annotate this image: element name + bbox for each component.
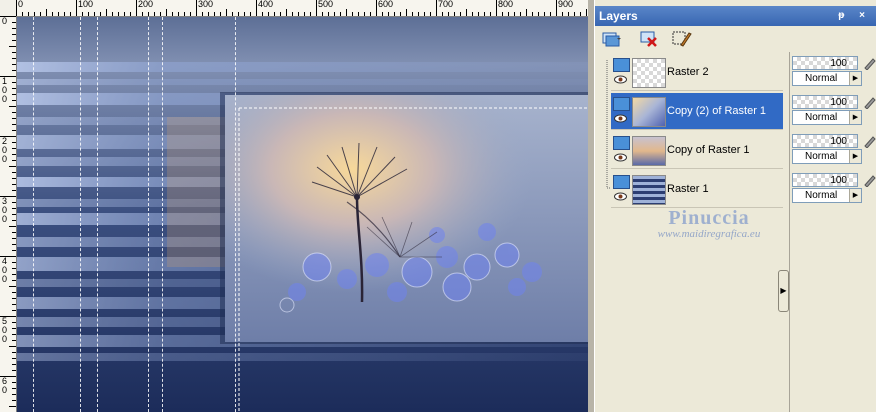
ruler-label: 300 [198, 0, 214, 9]
lock-transparency-icon[interactable] [862, 134, 876, 148]
layer-props-copy-2-of-raster-1: 100 Normal ▶ [790, 91, 876, 130]
ruler-digit: 0 [2, 214, 8, 224]
canvas-artwork [17, 17, 588, 412]
watermark-url: www.maidiregrafica.eu [657, 228, 761, 240]
ruler-digit: 0 [2, 274, 8, 284]
layer-name: Copy of Raster 1 [667, 144, 750, 156]
dropdown-arrow-icon[interactable]: ▶ [849, 111, 861, 124]
ruler-digit: 0 [2, 154, 8, 164]
horizontal-ruler: 0 100 200 300 400 500 600 700 800 900 [16, 0, 588, 17]
raster-layer-icon [613, 175, 630, 189]
palette-window-controls[interactable]: ᵽ × [838, 6, 871, 26]
layer-properties-column: 100 Normal ▶ 100 Normal ▶ 100 Normal ▶ 100 … [789, 52, 876, 412]
ruler-digit: 0 [2, 385, 8, 395]
palette-toolbar [595, 26, 876, 52]
blend-mode-select[interactable]: Normal ▶ [792, 71, 862, 86]
guide-line[interactable] [80, 17, 81, 412]
raster-layer-icon [613, 97, 630, 111]
opacity-slider[interactable]: 100 [792, 173, 858, 187]
layer-row-copy-2-of-raster-1[interactable]: Copy (2) of Raster 1 [611, 93, 783, 130]
lock-transparency-icon[interactable] [862, 95, 876, 109]
ruler-digit: 0 [2, 334, 8, 344]
ruler-corner [0, 0, 17, 17]
lock-transparency-icon[interactable] [862, 173, 876, 187]
layer-name: Copy (2) of Raster 1 [667, 105, 767, 117]
delete-layer-icon[interactable] [639, 29, 661, 49]
lock-transparency-icon[interactable] [862, 56, 876, 70]
raster-layer-icon [613, 136, 630, 150]
layer-name: Raster 2 [667, 66, 709, 78]
layer-name: Raster 1 [667, 183, 709, 195]
layer-props-raster-2: 100 Normal ▶ [790, 52, 876, 91]
ruler-digit: 0 [2, 94, 8, 104]
watermark: Pinuccia www.maidiregrafica.eu [634, 207, 784, 240]
blend-mode-select[interactable]: Normal ▶ [792, 149, 862, 164]
raster-layer-icon [613, 58, 630, 72]
guide-line[interactable] [235, 17, 236, 412]
guide-line[interactable] [97, 17, 98, 412]
layer-thumbnail [632, 97, 666, 127]
ruler-label: 0 [18, 0, 24, 9]
eye-icon[interactable] [614, 153, 627, 162]
vertical-ruler: 0 1 0 0 2 0 0 3 0 0 4 0 0 5 0 0 6 0 [0, 16, 17, 412]
edit-selection-icon[interactable] [671, 29, 693, 49]
image-canvas[interactable] [17, 17, 588, 412]
blend-mode-value: Normal [805, 73, 838, 84]
ruler-label: 100 [78, 0, 94, 9]
dropdown-arrow-icon[interactable]: ▶ [849, 150, 861, 163]
ruler-label: 500 [318, 0, 334, 9]
guide-line[interactable] [148, 17, 149, 412]
eye-icon[interactable] [614, 75, 627, 84]
layer-thumbnail [632, 175, 666, 205]
ruler-digit: 0 [2, 16, 8, 26]
palette-title-bar[interactable]: Layers ᵽ × [595, 6, 876, 26]
eye-icon[interactable] [614, 192, 627, 201]
watermark-name: Pinuccia [668, 207, 750, 229]
layer-props-copy-of-raster-1: 100 Normal ▶ [790, 130, 876, 169]
ruler-label: 800 [498, 0, 514, 9]
layer-row-raster-2[interactable]: Raster 2 [611, 54, 783, 91]
ruler-label: 400 [258, 0, 274, 9]
blend-mode-value: Normal [805, 151, 838, 162]
layer-row-copy-of-raster-1[interactable]: Copy of Raster 1 [611, 132, 783, 169]
ruler-label: 200 [138, 0, 154, 9]
opacity-slider[interactable]: 100 [792, 95, 858, 109]
layer-props-raster-1: 100 Normal ▶ [790, 169, 876, 208]
layer-thumbnail [632, 136, 666, 166]
new-layer-icon[interactable] [601, 29, 623, 49]
ruler-label: 900 [558, 0, 574, 9]
dropdown-arrow-icon[interactable]: ▶ [849, 72, 861, 85]
opacity-slider[interactable]: 100 [792, 56, 858, 70]
guide-line[interactable] [162, 17, 163, 412]
blend-mode-value: Normal [805, 190, 838, 201]
layers-palette: Layers ᵽ × Raster 2 Copy (2) of Raster 1… [594, 0, 876, 412]
layer-row-raster-1[interactable]: Raster 1 [611, 171, 783, 208]
blend-mode-select[interactable]: Normal ▶ [792, 188, 862, 203]
ruler-label: 700 [438, 0, 454, 9]
eye-icon[interactable] [614, 114, 627, 123]
guide-line[interactable] [33, 17, 34, 412]
dropdown-arrow-icon[interactable]: ▶ [849, 189, 861, 202]
palette-collapse-handle[interactable]: ▶ [778, 270, 789, 312]
blend-mode-select[interactable]: Normal ▶ [792, 110, 862, 125]
layer-thumbnail [632, 58, 666, 88]
blend-mode-value: Normal [805, 112, 838, 123]
opacity-slider[interactable]: 100 [792, 134, 858, 148]
palette-title: Layers [599, 9, 638, 23]
ruler-label: 600 [378, 0, 394, 9]
